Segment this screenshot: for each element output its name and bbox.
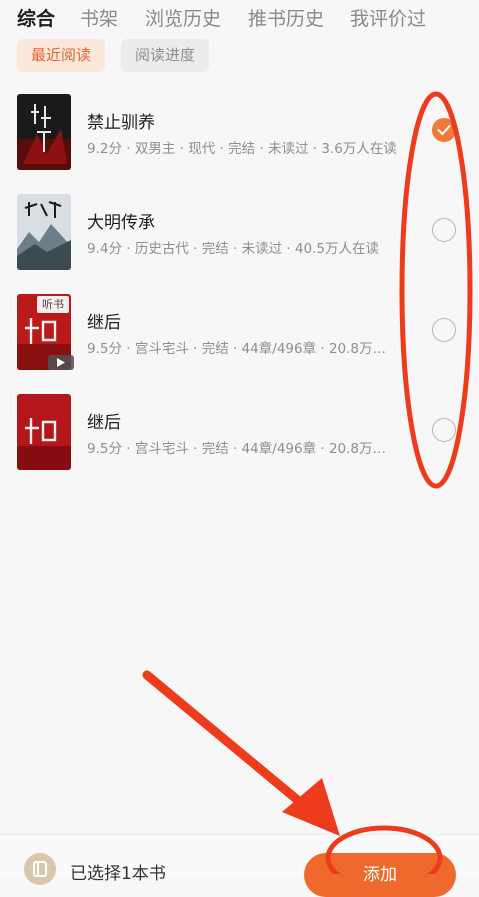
filter-read-progress[interactable]: 阅读进度 — [121, 39, 210, 72]
tab-browse-history[interactable]: 浏览历史 — [145, 4, 221, 31]
tab-recommend-history[interactable]: 推书历史 — [248, 4, 324, 31]
bottom-action-bar: 已选择1本书 添加 — [0, 834, 479, 897]
book-cover — [17, 394, 71, 470]
tab-bookshelf[interactable]: 书架 — [80, 4, 118, 31]
filter-recent-read[interactable]: 最近阅读 — [17, 39, 106, 72]
selected-books-icon — [24, 853, 56, 885]
select-checkbox[interactable] — [432, 118, 456, 142]
book-meta: 9.5分 · 宫斗宅斗 · 完结 · 44章/496章 · 20.8万… — [87, 341, 387, 357]
book-meta: 9.4分 · 历史古代 · 完结 · 未读过 · 40.5万人在读 — [87, 241, 380, 257]
select-checkbox[interactable] — [432, 218, 456, 242]
add-button[interactable]: 添加 — [304, 853, 456, 897]
selected-count-text: 已选择1本书 — [70, 864, 166, 884]
book-row[interactable]: 继后 9.5分 · 宫斗宅斗 · 完结 · 44章/496章 · 20.8万… — [0, 394, 479, 484]
book-cover — [17, 194, 71, 270]
book-row[interactable]: 大明传承 9.4分 · 历史古代 · 完结 · 未读过 · 40.5万人在读 — [0, 194, 479, 284]
annotation-arrow-head — [282, 778, 340, 836]
tab-rated[interactable]: 我评价过 — [350, 4, 426, 31]
tab-all[interactable]: 综合 — [17, 4, 55, 31]
select-checkbox[interactable] — [432, 418, 456, 442]
select-checkbox[interactable] — [432, 318, 456, 342]
audiobook-badge: 听书 — [37, 296, 69, 313]
book-meta: 9.2分 · 双男主 · 现代 · 完结 · 未读过 · 3.6万人在读 — [87, 141, 397, 157]
check-icon — [437, 125, 451, 135]
book-meta: 9.5分 · 宫斗宅斗 · 完结 · 44章/496章 · 20.8万… — [87, 441, 387, 457]
book-row[interactable]: 禁止驯养 9.2分 · 双男主 · 现代 · 完结 · 未读过 · 3.6万人在… — [0, 94, 479, 184]
book-row[interactable]: 听书 继后 9.5分 · 宫斗宅斗 · 完结 · 44章/496章 · 20.8… — [0, 294, 479, 384]
book-cover — [17, 94, 71, 170]
book-title: 继后 — [87, 313, 121, 333]
book-title: 禁止驯养 — [87, 113, 155, 133]
book-title: 继后 — [87, 413, 121, 433]
top-tab-bar: 综合 书架 浏览历史 推书历史 我评价过 — [0, 0, 479, 34]
annotation-arrow-shaft — [142, 670, 317, 817]
book-title: 大明传承 — [87, 213, 155, 233]
play-icon — [48, 355, 74, 370]
